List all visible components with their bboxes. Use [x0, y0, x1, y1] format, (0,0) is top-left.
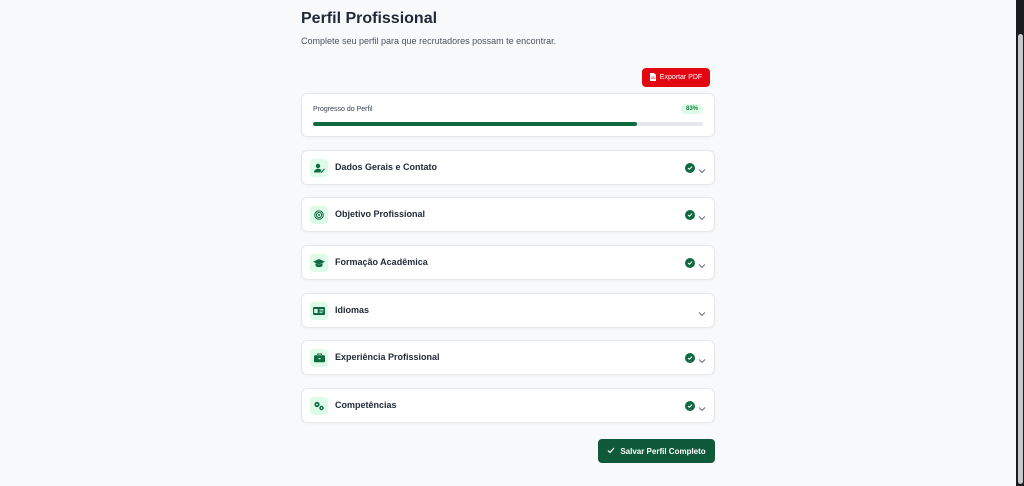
- section-title: Dados Gerais e Contato: [335, 162, 438, 172]
- save-profile-button[interactable]: Salvar Perfil Completo: [598, 439, 715, 463]
- section-title: Experiência Profissional: [335, 352, 440, 362]
- graduation-cap-icon: [310, 254, 328, 272]
- section-formacao-academica[interactable]: Formação Acadêmica: [301, 245, 715, 280]
- chevron-down-icon[interactable]: [697, 258, 707, 269]
- chevron-down-icon[interactable]: [697, 163, 707, 174]
- check-circle-icon: [685, 258, 695, 268]
- gears-icon: [310, 397, 328, 415]
- section-title: Formação Acadêmica: [335, 257, 428, 267]
- section-experiencia-profissional[interactable]: Experiência Profissional: [301, 340, 715, 375]
- section-title: Competências: [335, 400, 397, 410]
- section-title: Idiomas: [335, 305, 370, 315]
- section-dados-gerais[interactable]: Dados Gerais e Contato: [301, 150, 715, 185]
- chevron-down-icon[interactable]: [697, 401, 707, 412]
- check-circle-icon: [685, 163, 695, 173]
- progress-label: Progresso do Perfil: [313, 106, 373, 113]
- language-icon: [310, 302, 328, 320]
- chevron-down-icon[interactable]: [697, 210, 707, 221]
- chevron-down-icon[interactable]: [697, 353, 707, 364]
- check-circle-icon: [685, 210, 695, 220]
- page-title: Perfil Profissional: [301, 10, 438, 27]
- export-pdf-button[interactable]: Exportar PDF: [642, 68, 710, 87]
- section-title: Objetivo Profissional: [335, 209, 426, 219]
- chevron-down-icon[interactable]: [697, 306, 707, 317]
- target-icon: [310, 206, 328, 224]
- check-icon: [607, 447, 615, 456]
- user-edit-icon: [310, 159, 328, 177]
- export-pdf-label: Exportar PDF: [659, 74, 703, 81]
- file-pdf-icon: [649, 72, 656, 83]
- section-objetivo-profissional[interactable]: Objetivo Profissional: [301, 197, 715, 232]
- progress-percent-badge: 83%: [680, 104, 703, 114]
- check-circle-icon: [685, 353, 695, 363]
- briefcase-icon: [310, 349, 328, 367]
- page-subtitle: Complete seu perfil para que recrutadore…: [301, 36, 557, 46]
- progress-bar-fill: [313, 122, 637, 126]
- section-idiomas[interactable]: Idiomas: [301, 293, 715, 328]
- scrollbar-thumb[interactable]: [1018, 34, 1023, 484]
- save-profile-label: Salvar Perfil Completo: [620, 446, 706, 456]
- section-competencias[interactable]: Competências: [301, 388, 715, 423]
- check-circle-icon: [685, 401, 695, 411]
- progress-bar: [313, 122, 703, 126]
- profile-progress-card: Progresso do Perfil 83%: [301, 93, 715, 137]
